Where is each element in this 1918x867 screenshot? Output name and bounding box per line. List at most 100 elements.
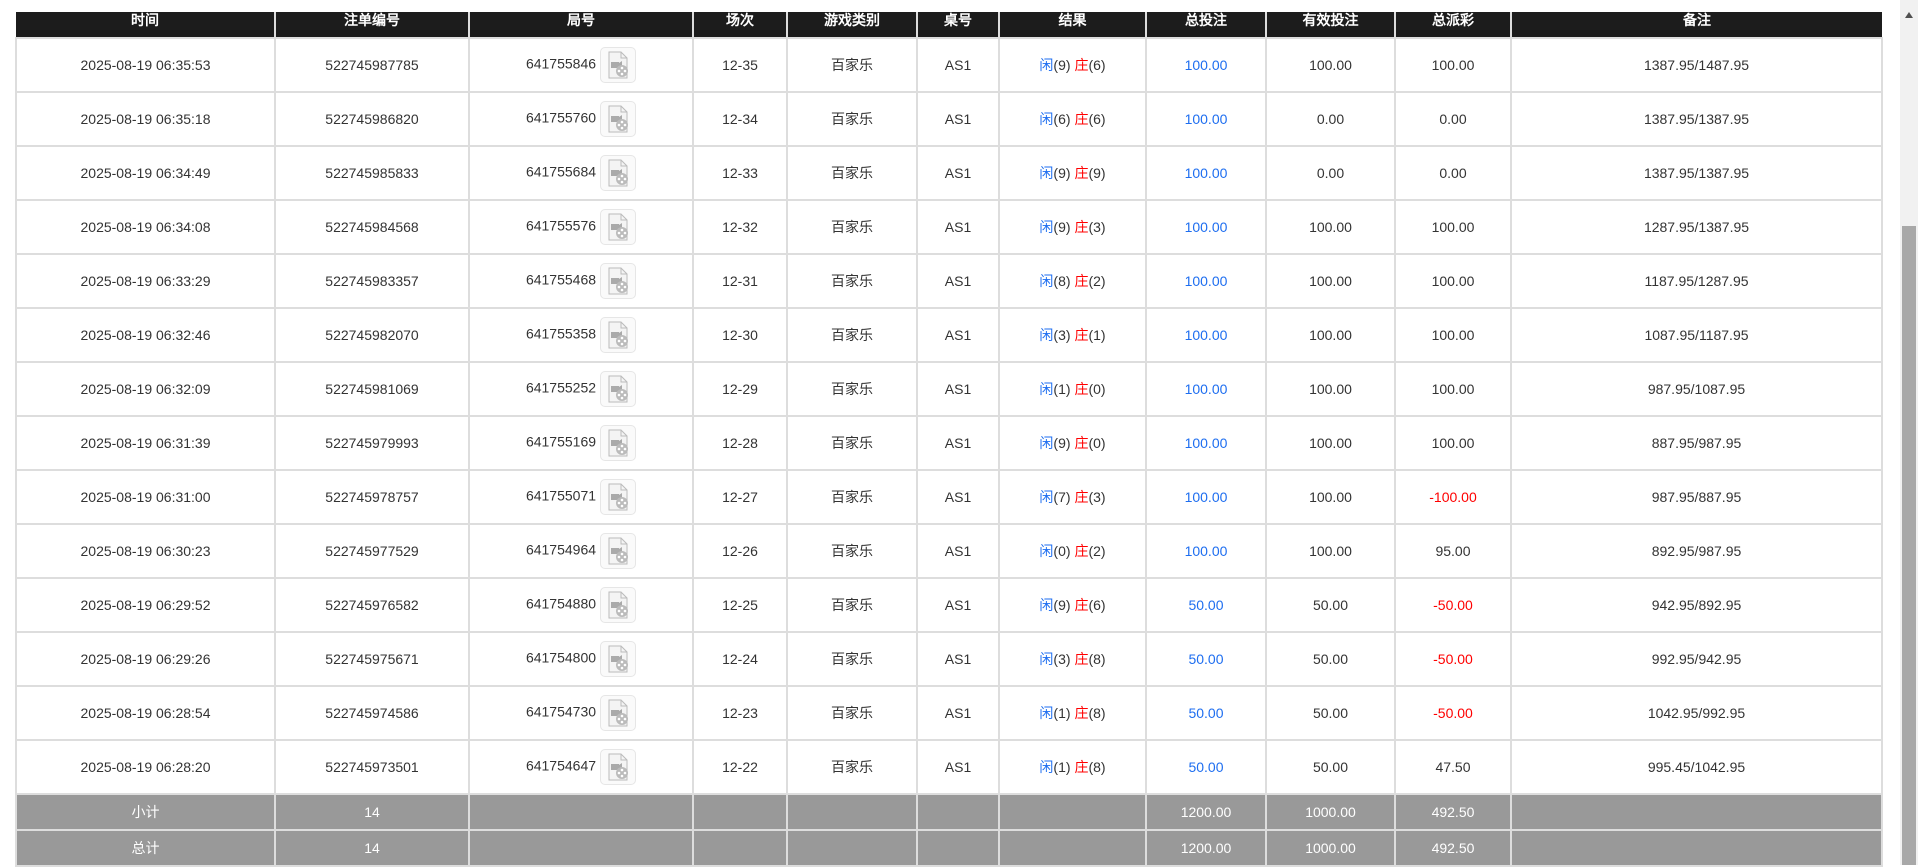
total-bet-cell: 100.00: [1145, 37, 1267, 93]
video-replay-icon[interactable]: [600, 425, 637, 461]
round-cell: 641755468: [468, 253, 694, 309]
valid-bet-cell: 0.00: [1265, 91, 1396, 147]
total-valid-bet: 1000.00: [1265, 829, 1396, 867]
note-cell: 1387.95/1487.95: [1510, 37, 1883, 93]
banker-score: (8): [1088, 759, 1106, 775]
round-cell: 641755684: [468, 145, 694, 201]
video-replay-icon[interactable]: [600, 695, 637, 731]
video-replay-icon[interactable]: [600, 371, 637, 407]
time-cell: 2025-08-19 06:35:53: [15, 37, 276, 93]
video-replay-icon[interactable]: [600, 479, 637, 515]
note-cell: 1187.95/1287.95: [1510, 253, 1883, 309]
column-header-payout: 总派彩: [1394, 12, 1511, 38]
table-row: 2025-08-19 06:32:09 522745981069 641755252…: [15, 361, 1883, 417]
payout-cell: 47.50: [1394, 739, 1512, 795]
payout-cell: 0.00: [1394, 145, 1512, 201]
banker-score: (6): [1088, 57, 1106, 73]
valid-bet-cell: 100.00: [1265, 253, 1396, 309]
video-replay-icon[interactable]: [600, 101, 637, 137]
valid-bet-cell: 50.00: [1265, 685, 1396, 741]
subtotal-payout: 492.50: [1394, 793, 1512, 831]
video-replay-icon[interactable]: [600, 155, 637, 191]
round-number: 641754964: [525, 541, 597, 558]
time-cell: 2025-08-19 06:34:49: [15, 145, 276, 201]
result-cell: 闲(0) 庄(2): [998, 523, 1147, 579]
player-score: (1): [1053, 381, 1071, 397]
note-cell: 1287.95/1387.95: [1510, 199, 1883, 255]
player-score: (9): [1053, 165, 1071, 181]
player-score: (1): [1053, 705, 1071, 721]
time-cell: 2025-08-19 06:32:09: [15, 361, 276, 417]
column-header-total-bet: 总投注: [1145, 12, 1266, 38]
total-label: 总计: [15, 829, 276, 867]
column-header-valid-bet: 有效投注: [1265, 12, 1395, 38]
time-cell: 2025-08-19 06:34:08: [15, 199, 276, 255]
round-cell: 641755358: [468, 307, 694, 363]
time-cell: 2025-08-19 06:29:26: [15, 631, 276, 687]
table-no-cell: AS1: [916, 253, 1000, 309]
video-replay-icon[interactable]: [600, 317, 637, 353]
bet-id-cell: 522745977529: [274, 523, 470, 579]
result-cell: 闲(7) 庄(3): [998, 469, 1147, 525]
scroll-up-arrow-icon[interactable]: [1905, 12, 1913, 18]
column-header-round: 局号: [468, 12, 693, 38]
result-cell: 闲(1) 庄(0): [998, 361, 1147, 417]
table-no-cell: AS1: [916, 361, 1000, 417]
total-row: 总计 14 1200.00 1000.00 492.50: [15, 829, 1883, 867]
player-label: 闲: [1039, 651, 1054, 667]
vertical-scrollbar[interactable]: [1900, 0, 1918, 865]
valid-bet-cell: 50.00: [1265, 631, 1396, 687]
note-cell: 1042.95/992.95: [1510, 685, 1883, 741]
column-header-game-type: 游戏类别: [786, 12, 917, 38]
banker-score: (6): [1088, 111, 1106, 127]
player-score: (3): [1053, 327, 1071, 343]
total-bet-cell: 50.00: [1145, 739, 1267, 795]
player-score: (7): [1053, 489, 1071, 505]
game-type-cell: 百家乐: [786, 253, 918, 309]
subtotal-label: 小计: [15, 793, 276, 831]
total-bet-cell: 100.00: [1145, 91, 1267, 147]
player-label: 闲: [1039, 435, 1054, 451]
player-label: 闲: [1039, 111, 1054, 127]
shoe-cell: 12-28: [692, 415, 788, 471]
result-cell: 闲(3) 庄(8): [998, 631, 1147, 687]
player-label: 闲: [1039, 489, 1054, 505]
video-replay-icon[interactable]: [600, 587, 637, 623]
game-type-cell: 百家乐: [786, 469, 918, 525]
game-type-cell: 百家乐: [786, 523, 918, 579]
player-label: 闲: [1039, 543, 1054, 559]
note-cell: 942.95/892.95: [1510, 577, 1883, 633]
round-cell: 641755169: [468, 415, 694, 471]
table-row: 2025-08-19 06:28:20 522745973501 641754647…: [15, 739, 1883, 795]
total-bet-cell: 100.00: [1145, 469, 1267, 525]
round-number: 641755169: [525, 433, 597, 450]
payout-cell: 100.00: [1394, 415, 1512, 471]
banker-label: 庄: [1074, 705, 1089, 721]
payout-cell: 100.00: [1394, 253, 1512, 309]
player-score: (9): [1053, 57, 1071, 73]
video-replay-icon[interactable]: [600, 749, 637, 785]
shoe-cell: 12-23: [692, 685, 788, 741]
time-cell: 2025-08-19 06:29:52: [15, 577, 276, 633]
total-bet-cell: 100.00: [1145, 415, 1267, 471]
video-replay-icon[interactable]: [600, 47, 637, 83]
valid-bet-cell: 100.00: [1265, 307, 1396, 363]
round-number: 641754800: [525, 649, 597, 666]
video-replay-icon[interactable]: [600, 533, 637, 569]
subtotal-row: 小计 14 1200.00 1000.00 492.50: [15, 793, 1883, 831]
valid-bet-cell: 0.00: [1265, 145, 1396, 201]
video-replay-icon[interactable]: [600, 209, 637, 245]
round-number: 641755760: [525, 109, 597, 126]
table-row: 2025-08-19 06:32:46 522745982070 641755358…: [15, 307, 1883, 363]
note-cell: 987.95/887.95: [1510, 469, 1883, 525]
table-no-cell: AS1: [916, 199, 1000, 255]
time-cell: 2025-08-19 06:28:20: [15, 739, 276, 795]
video-replay-icon[interactable]: [600, 641, 637, 677]
banker-score: (0): [1088, 381, 1106, 397]
video-replay-icon[interactable]: [600, 263, 637, 299]
round-number: 641755846: [525, 55, 597, 72]
empty-cell: [786, 829, 918, 867]
payout-cell: -50.00: [1394, 631, 1512, 687]
total-empty-cell: [998, 829, 1147, 867]
scrollbar-thumb[interactable]: [1902, 226, 1916, 865]
